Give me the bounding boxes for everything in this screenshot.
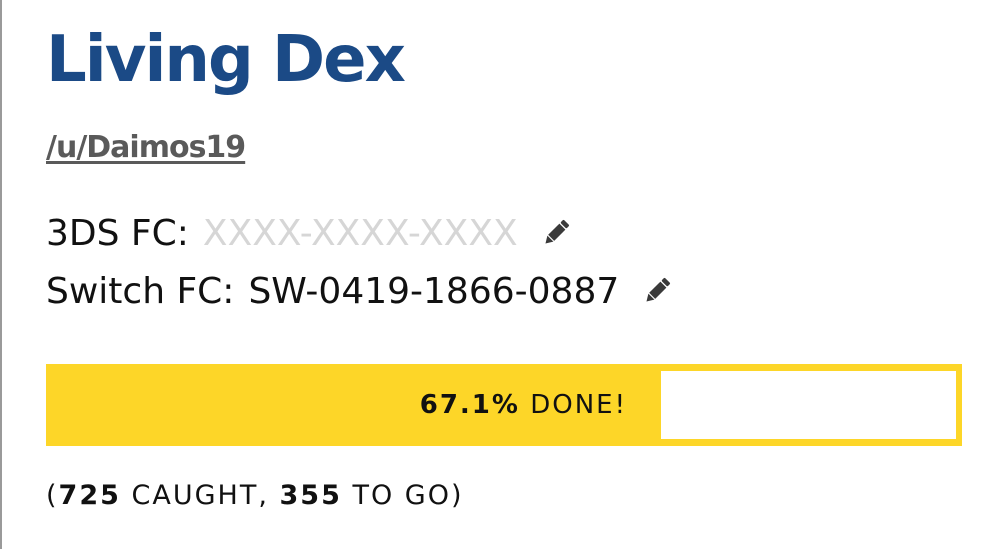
user-profile-link[interactable]: /u/Daimos19 [46,126,246,170]
3ds-fc-value: XXXX-XXXX-XXXX [202,212,518,254]
pencil-icon [646,277,671,302]
progress-label: 67.1% DONE! [420,364,627,446]
progress-percent: 67.1% [419,390,520,420]
left-border [0,0,2,549]
edit-switch-fc-button[interactable] [637,271,677,311]
switch-fc-value: SW-0419-1866-0887 [248,270,620,312]
switch-fc-label: Switch FC: [46,270,235,312]
catch-counts: (725 CAUGHT, 355 TO GO) [46,476,464,516]
3ds-friend-code-row: 3DS FC: XXXX-XXXX-XXXX [46,208,576,258]
counts-close-paren: ) [450,480,464,511]
to-go-count: 355 [279,480,342,511]
edit-3ds-fc-button[interactable] [536,213,576,253]
progress-remaining-track [661,371,956,439]
completion-progress-bar: 67.1% DONE! [46,364,962,446]
3ds-fc-label: 3DS FC: [46,212,189,254]
to-go-label: TO GO [352,480,451,511]
counts-open-paren: ( [46,480,59,511]
caught-label: CAUGHT, [131,480,269,511]
switch-friend-code-row: Switch FC: SW-0419-1866-0887 [46,266,677,316]
pencil-icon [545,219,569,244]
progress-done-text: DONE! [530,390,627,420]
page-title: Living Dex [46,23,406,97]
caught-count: 725 [58,480,121,511]
